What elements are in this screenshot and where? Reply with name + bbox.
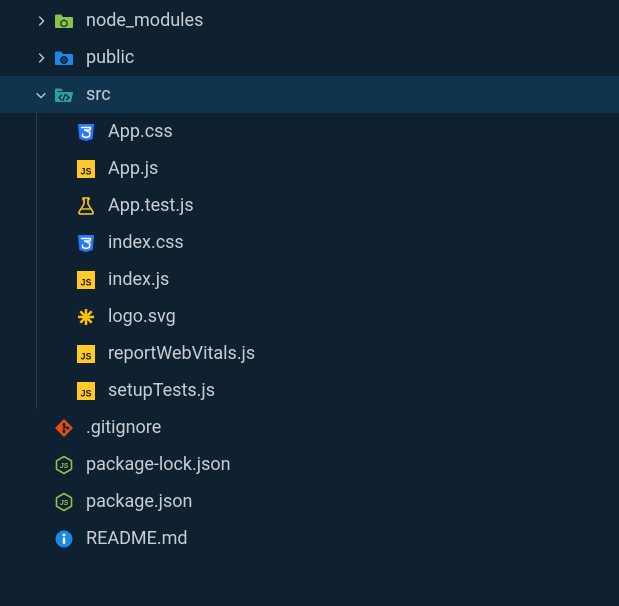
svg-icon [76, 307, 96, 327]
tree-item-app-js[interactable]: JS App.js [0, 150, 619, 187]
chevron-right-icon[interactable] [34, 51, 48, 65]
svg-text:JS: JS [80, 166, 91, 176]
tree-item-logo-svg[interactable]: logo.svg [0, 298, 619, 335]
css-icon [76, 122, 96, 142]
tree-item-reportwebvitals-js[interactable]: JS reportWebVitals.js [0, 335, 619, 372]
tree-item-label: .gitignore [86, 417, 161, 438]
svg-text:JS: JS [80, 277, 91, 287]
nodejs-icon: JS [54, 455, 74, 475]
info-icon [54, 529, 74, 549]
svg-text:JS: JS [60, 463, 69, 470]
tree-item-index-css[interactable]: index.css [0, 224, 619, 261]
nodejs-icon: JS [54, 492, 74, 512]
tree-item-label: App.js [108, 158, 158, 179]
file-explorer-tree: node_modulespublic src App.css JS App.js App.… [0, 2, 619, 557]
tree-item-app-test-js[interactable]: App.test.js [0, 187, 619, 224]
svg-text:JS: JS [60, 500, 69, 507]
indent-guide [36, 113, 37, 150]
tree-item-label: logo.svg [108, 306, 176, 327]
tree-item-label: reportWebVitals.js [108, 343, 255, 364]
tree-item--gitignore[interactable]: .gitignore [0, 409, 619, 446]
tree-item-package-json[interactable]: JS package.json [0, 483, 619, 520]
tree-item-readme-md[interactable]: README.md [0, 520, 619, 557]
indent-guide [36, 150, 37, 187]
indent-guide [36, 335, 37, 372]
tree-item-label: README.md [86, 528, 188, 549]
indent-guide [36, 372, 37, 409]
test-icon [76, 196, 96, 216]
tree-item-label: App.test.js [108, 195, 194, 216]
chevron-down-icon[interactable] [34, 88, 48, 102]
tree-item-package-lock-json[interactable]: JS package-lock.json [0, 446, 619, 483]
folder-node-icon [54, 11, 74, 31]
folder-public-icon [54, 48, 74, 68]
tree-item-label: package.json [86, 491, 192, 512]
tree-item-node-modules[interactable]: node_modules [0, 2, 619, 39]
indent-guide [36, 298, 37, 335]
tree-item-label: index.js [108, 269, 169, 290]
css-icon [76, 233, 96, 253]
tree-item-label: src [86, 84, 111, 105]
tree-item-src[interactable]: src [0, 76, 619, 113]
tree-item-label: package-lock.json [86, 454, 231, 475]
indent-guide [36, 187, 37, 224]
tree-item-label: index.css [108, 232, 184, 253]
git-icon [54, 418, 74, 438]
js-icon: JS [76, 381, 96, 401]
indent-guide [36, 224, 37, 261]
tree-item-app-css[interactable]: App.css [0, 113, 619, 150]
tree-item-label: public [86, 47, 134, 68]
tree-item-label: App.css [108, 121, 173, 142]
svg-text:JS: JS [80, 351, 91, 361]
folder-src-open-icon [54, 85, 74, 105]
chevron-right-icon[interactable] [34, 14, 48, 28]
tree-item-label: setupTests.js [108, 380, 215, 401]
indent-guide [36, 261, 37, 298]
js-icon: JS [76, 159, 96, 179]
tree-item-public[interactable]: public [0, 39, 619, 76]
svg-text:JS: JS [80, 388, 91, 398]
tree-item-setuptests-js[interactable]: JS setupTests.js [0, 372, 619, 409]
js-icon: JS [76, 270, 96, 290]
tree-item-label: node_modules [86, 10, 203, 31]
js-icon: JS [76, 344, 96, 364]
tree-item-index-js[interactable]: JS index.js [0, 261, 619, 298]
